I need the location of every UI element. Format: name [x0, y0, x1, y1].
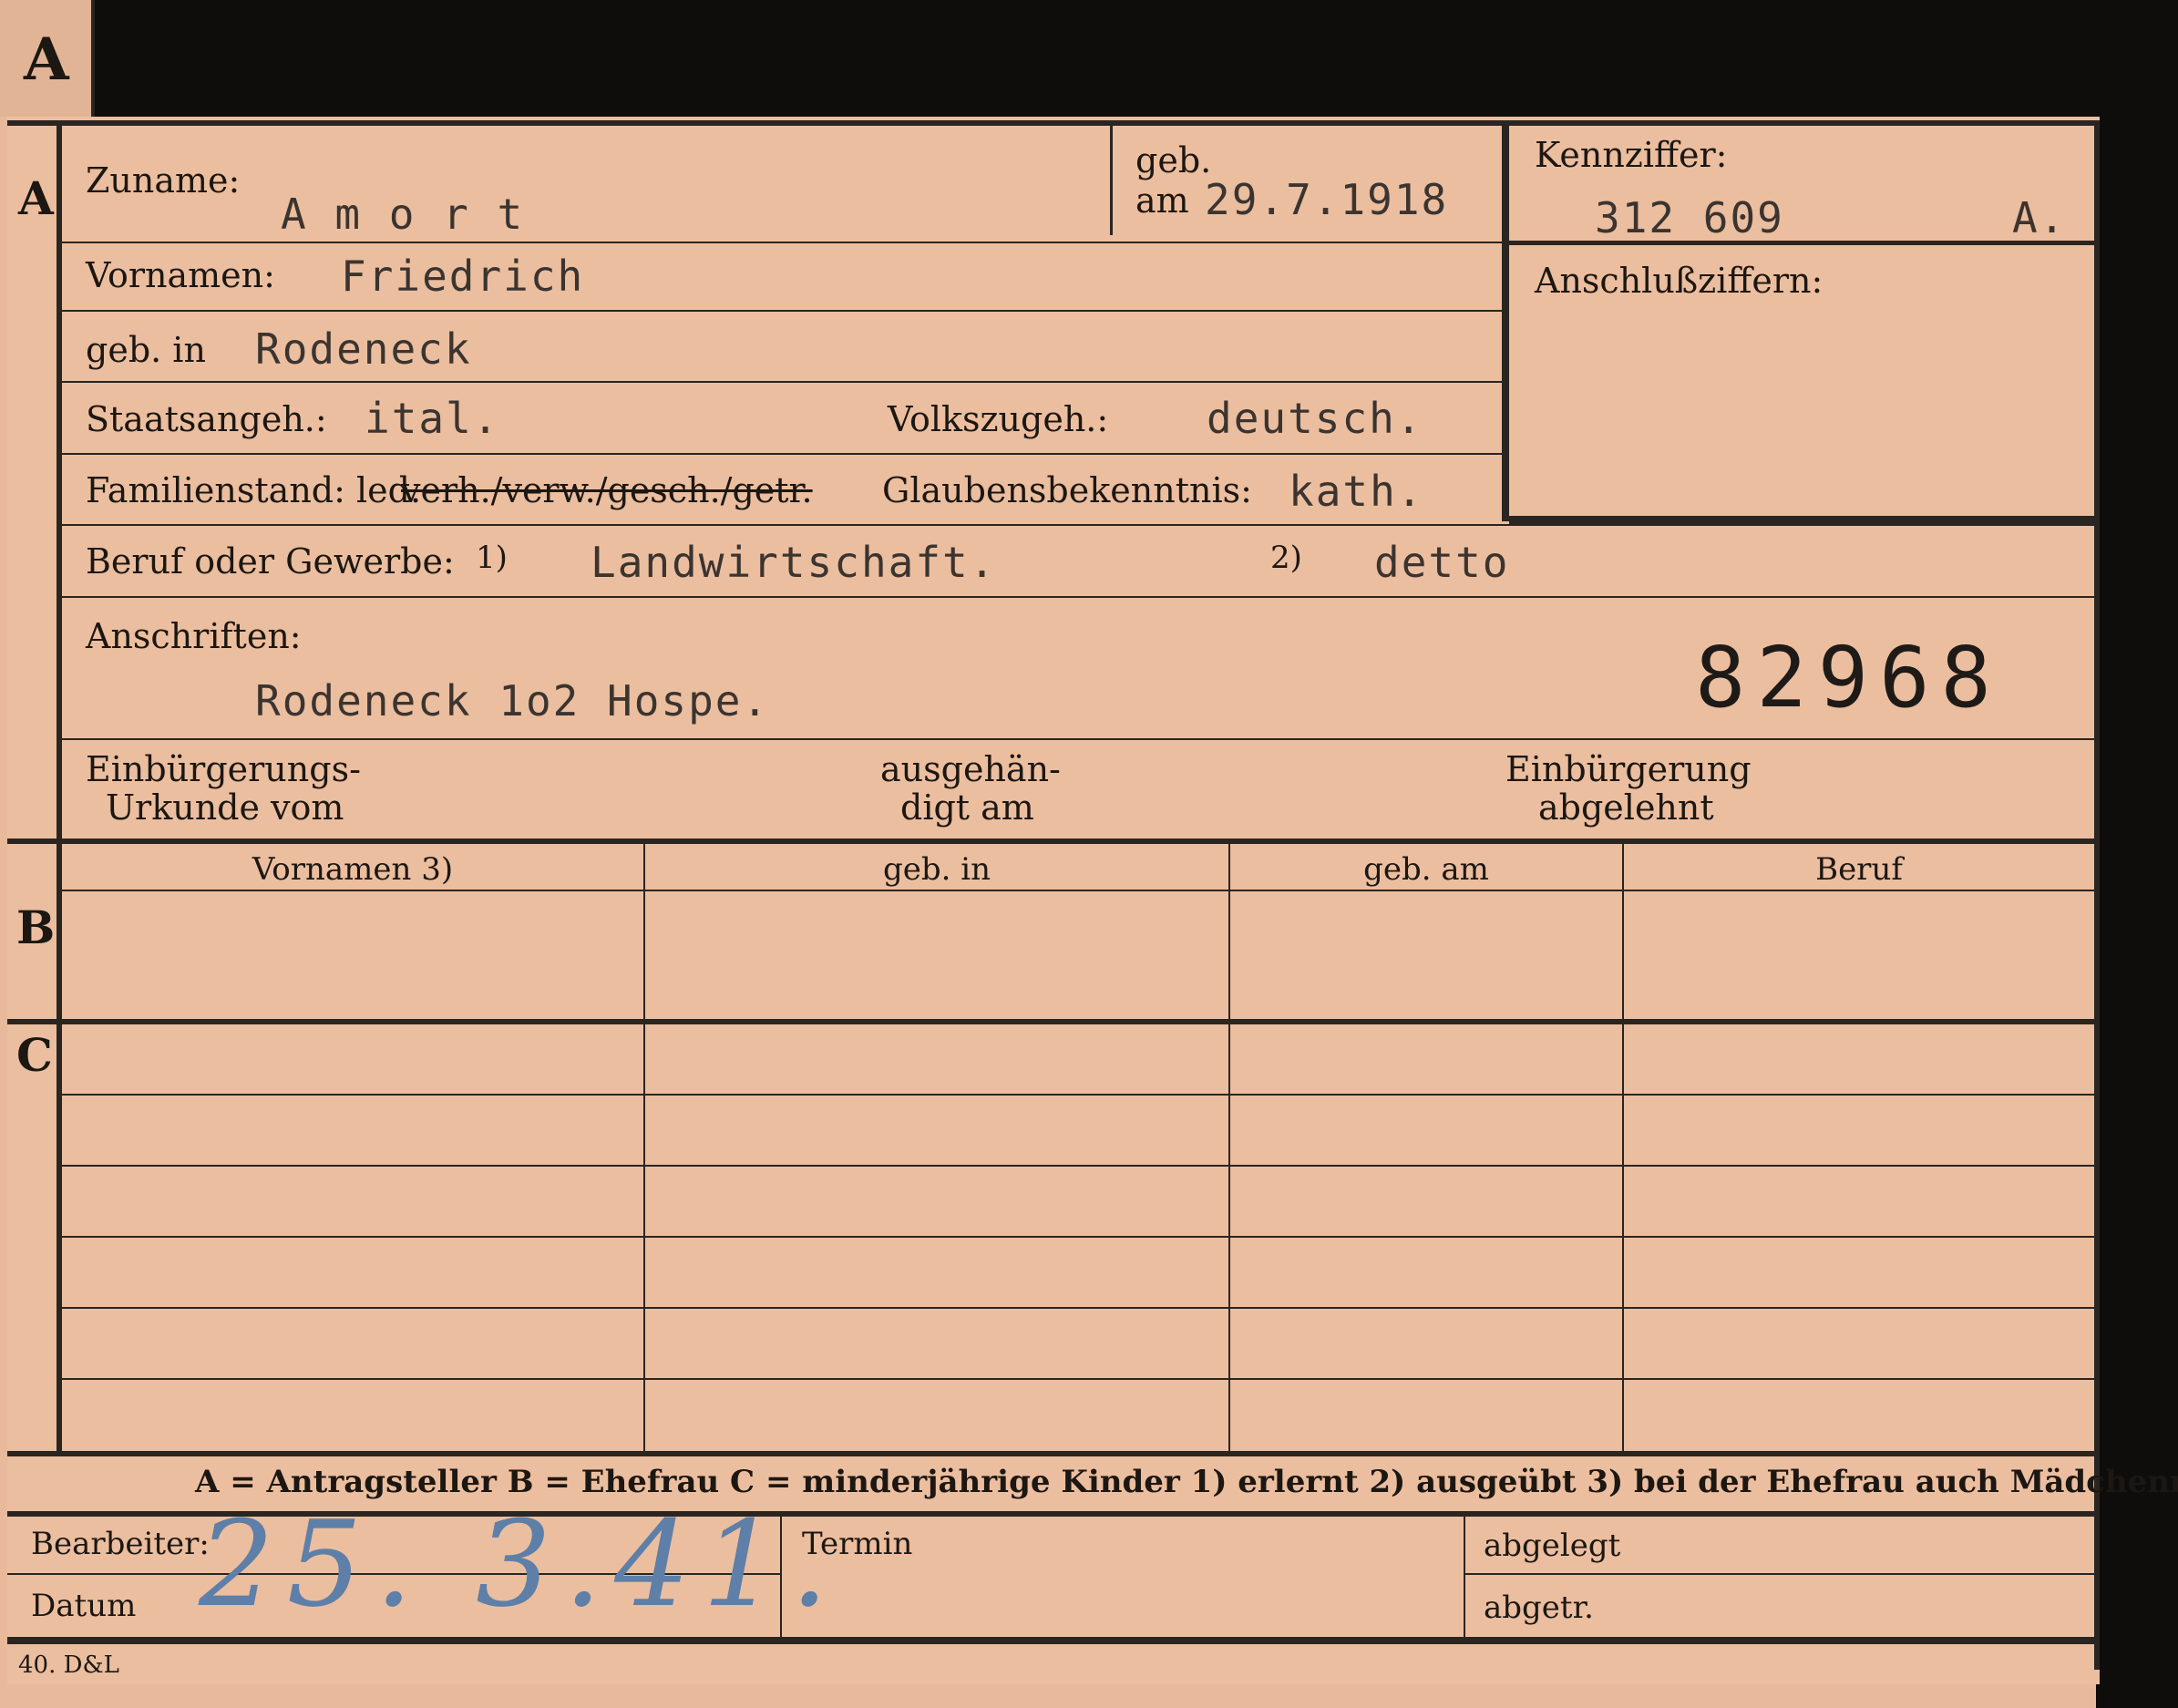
- c-row-line: [62, 1307, 2094, 1309]
- abgetr-label: abgetr.: [1484, 1590, 1594, 1626]
- frame-top: [7, 120, 2100, 126]
- section-c-marker: C: [16, 1028, 53, 1082]
- section-b-top: [7, 839, 2100, 844]
- am-label: am: [1135, 180, 1189, 221]
- print-code: 40. D&L: [18, 1651, 119, 1679]
- geb-date: 29.7.1918: [1205, 175, 1449, 224]
- einb-urkunde-2: Urkunde vom: [106, 787, 344, 828]
- footer-divider: [1464, 1517, 1465, 1637]
- einb-urkunde-1: Einbürgerungs-: [86, 749, 361, 789]
- geb-label: geb.: [1135, 140, 1212, 180]
- beruf-mark-2: 2): [1270, 540, 1302, 576]
- kennziffer-divider: [1502, 120, 1509, 521]
- staat-label: Staatsangeh.:: [86, 399, 327, 439]
- staat-value: ital.: [365, 394, 500, 443]
- file-number: 82968: [1695, 629, 2002, 726]
- col-header-gebin: geb. in: [882, 851, 991, 888]
- row-line: [62, 738, 2094, 740]
- einb-abgelehnt-2: abgelehnt: [1538, 787, 1714, 828]
- row-line: [62, 381, 1502, 383]
- volk-value: deutsch.: [1207, 394, 1423, 443]
- abgelegt-label: abgelegt: [1484, 1528, 1621, 1564]
- c-row-line: [62, 1165, 2094, 1167]
- zuname-label: Zuname:: [86, 160, 241, 201]
- c-row-line: [62, 1236, 2094, 1238]
- col-line: [1228, 844, 1230, 1451]
- familien-label: Familienstand: led.: [86, 470, 422, 510]
- legend-top: [7, 1451, 2100, 1456]
- col-header-vornamen: Vornamen 3): [252, 851, 454, 888]
- glaube-value: kath.: [1289, 467, 1424, 516]
- kennziffer-suffix: A.: [2012, 193, 2067, 242]
- volk-label: Volkszugeh.:: [888, 399, 1109, 439]
- card-right-shadow: [2096, 0, 2178, 1708]
- index-tab: A: [0, 0, 95, 117]
- section-marker-divider: [57, 120, 62, 1451]
- c-row-line: [62, 1094, 2094, 1096]
- kennziffer-value: 312 609: [1595, 193, 1784, 242]
- zuname-value: A m o r t: [281, 190, 525, 239]
- col-line: [643, 844, 645, 1451]
- row-line: [62, 453, 1502, 455]
- card-top-shadow: [91, 0, 2178, 117]
- vornamen-label: Vornamen:: [86, 255, 275, 295]
- beruf-mark-1: 1): [476, 540, 508, 576]
- section-c-top: [7, 1019, 2100, 1024]
- anschriften-label: Anschriften:: [86, 616, 302, 656]
- ausgehaendigt-2: digt am: [900, 787, 1034, 828]
- familien-struck: verh./verw./gesch./getr.: [401, 470, 813, 510]
- handwritten-date: 25. 3.41.: [199, 1495, 841, 1633]
- gebin-value: Rodeneck: [255, 324, 472, 374]
- section-a-marker: A: [18, 171, 54, 225]
- datum-label: Datum: [31, 1588, 137, 1624]
- row-line: [62, 310, 1502, 312]
- termin-label: Termin: [802, 1526, 913, 1562]
- anschluss-bottom: [1509, 516, 2100, 525]
- beruf-label: Beruf oder Gewerbe:: [86, 541, 455, 581]
- einb-abgelehnt-1: Einbürgerung: [1505, 749, 1752, 789]
- glaube-label: Glaubensbekenntnis:: [882, 470, 1252, 510]
- kennziffer-label: Kennziffer:: [1535, 135, 1728, 175]
- vornamen-value: Friedrich: [341, 252, 585, 301]
- col-line: [1622, 844, 1624, 1451]
- col-header-gebam: geb. am: [1363, 851, 1489, 888]
- bearbeiter-label: Bearbeiter:: [31, 1526, 210, 1562]
- anschriften-value: Rodeneck 1o2 Hospe.: [255, 676, 770, 725]
- col-header-beruf: Beruf: [1815, 851, 1903, 888]
- footer-line: [1465, 1573, 2094, 1575]
- section-b-marker: B: [16, 900, 56, 954]
- card-bottom-strip: [0, 1684, 2096, 1708]
- registration-card: A Zuname: A m o r t geb. am 29.7.1918 Ke…: [7, 117, 2178, 1684]
- row-line: [62, 242, 1502, 243]
- beruf-value-2: detto: [1374, 538, 1510, 587]
- row-line: [62, 596, 2094, 598]
- beruf-value-1: Landwirtschaft.: [591, 538, 997, 587]
- gebin-label: geb. in: [86, 330, 206, 370]
- tab-letter: A: [24, 26, 69, 94]
- c-row-line: [62, 1378, 2094, 1380]
- b-header-line: [62, 890, 2094, 891]
- frame-right: [2094, 120, 2100, 1670]
- anschluss-label: Anschlußziffern:: [1535, 261, 1824, 301]
- frame-bottom: [7, 1637, 2100, 1644]
- geb-divider: [1110, 126, 1113, 235]
- ausgehaendigt-1: ausgehän-: [880, 749, 1061, 789]
